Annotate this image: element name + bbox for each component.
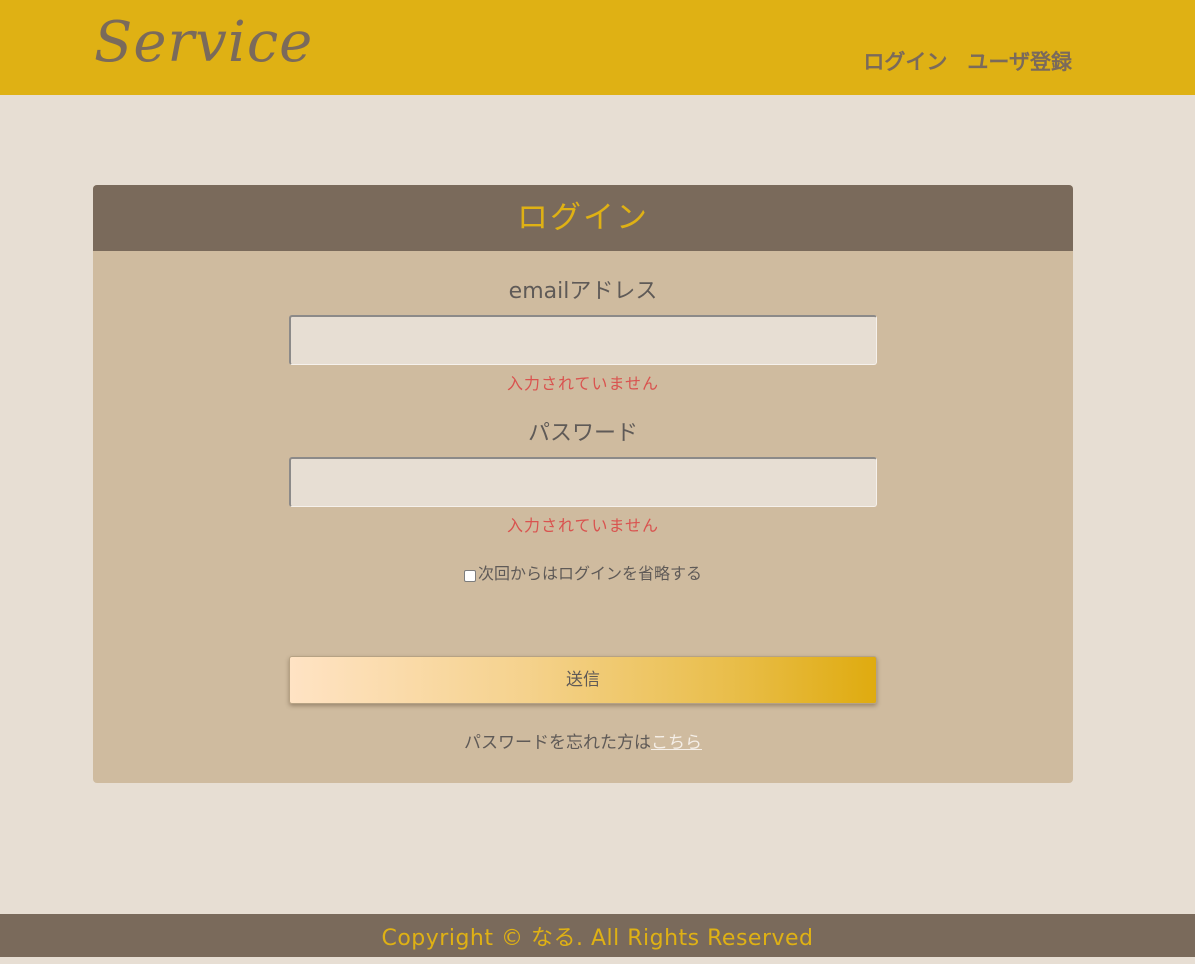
forgot-password-prefix: パスワードを忘れた方は [464, 733, 651, 753]
site-logo[interactable]: Service [94, 6, 313, 80]
site-header: Service ログイン ユーザ登録 [0, 0, 1195, 95]
login-card: ログイン emailアドレス 入力されていません パスワード 入力されていません… [93, 185, 1073, 783]
forgot-password-link[interactable]: こちら [651, 733, 702, 753]
header-nav: ログイン ユーザ登録 [863, 44, 1072, 80]
remember-me-checkbox[interactable] [463, 570, 476, 582]
email-label: emailアドレス [508, 279, 658, 304]
password-label: パスワード [527, 421, 638, 446]
password-field[interactable] [289, 457, 877, 507]
remember-me-label[interactable]: 次回からはログインを省略する [478, 562, 702, 586]
login-title: ログイン [93, 185, 1073, 251]
site-footer: Copyright © なる. All Rights Reserved [0, 914, 1195, 957]
forgot-password-text: パスワードを忘れた方はこちら [93, 731, 1073, 755]
copyright-text: Copyright © なる. All Rights Reserved [381, 926, 814, 951]
submit-button[interactable]: 送信 [289, 656, 877, 704]
nav-login-link[interactable]: ログイン [863, 44, 947, 80]
email-field[interactable] [289, 315, 877, 365]
remember-me-row: 次回からはログインを省略する [93, 562, 1073, 586]
nav-register-link[interactable]: ユーザ登録 [967, 44, 1072, 80]
email-error: 入力されていません [506, 374, 660, 393]
password-error: 入力されていません [506, 516, 660, 535]
